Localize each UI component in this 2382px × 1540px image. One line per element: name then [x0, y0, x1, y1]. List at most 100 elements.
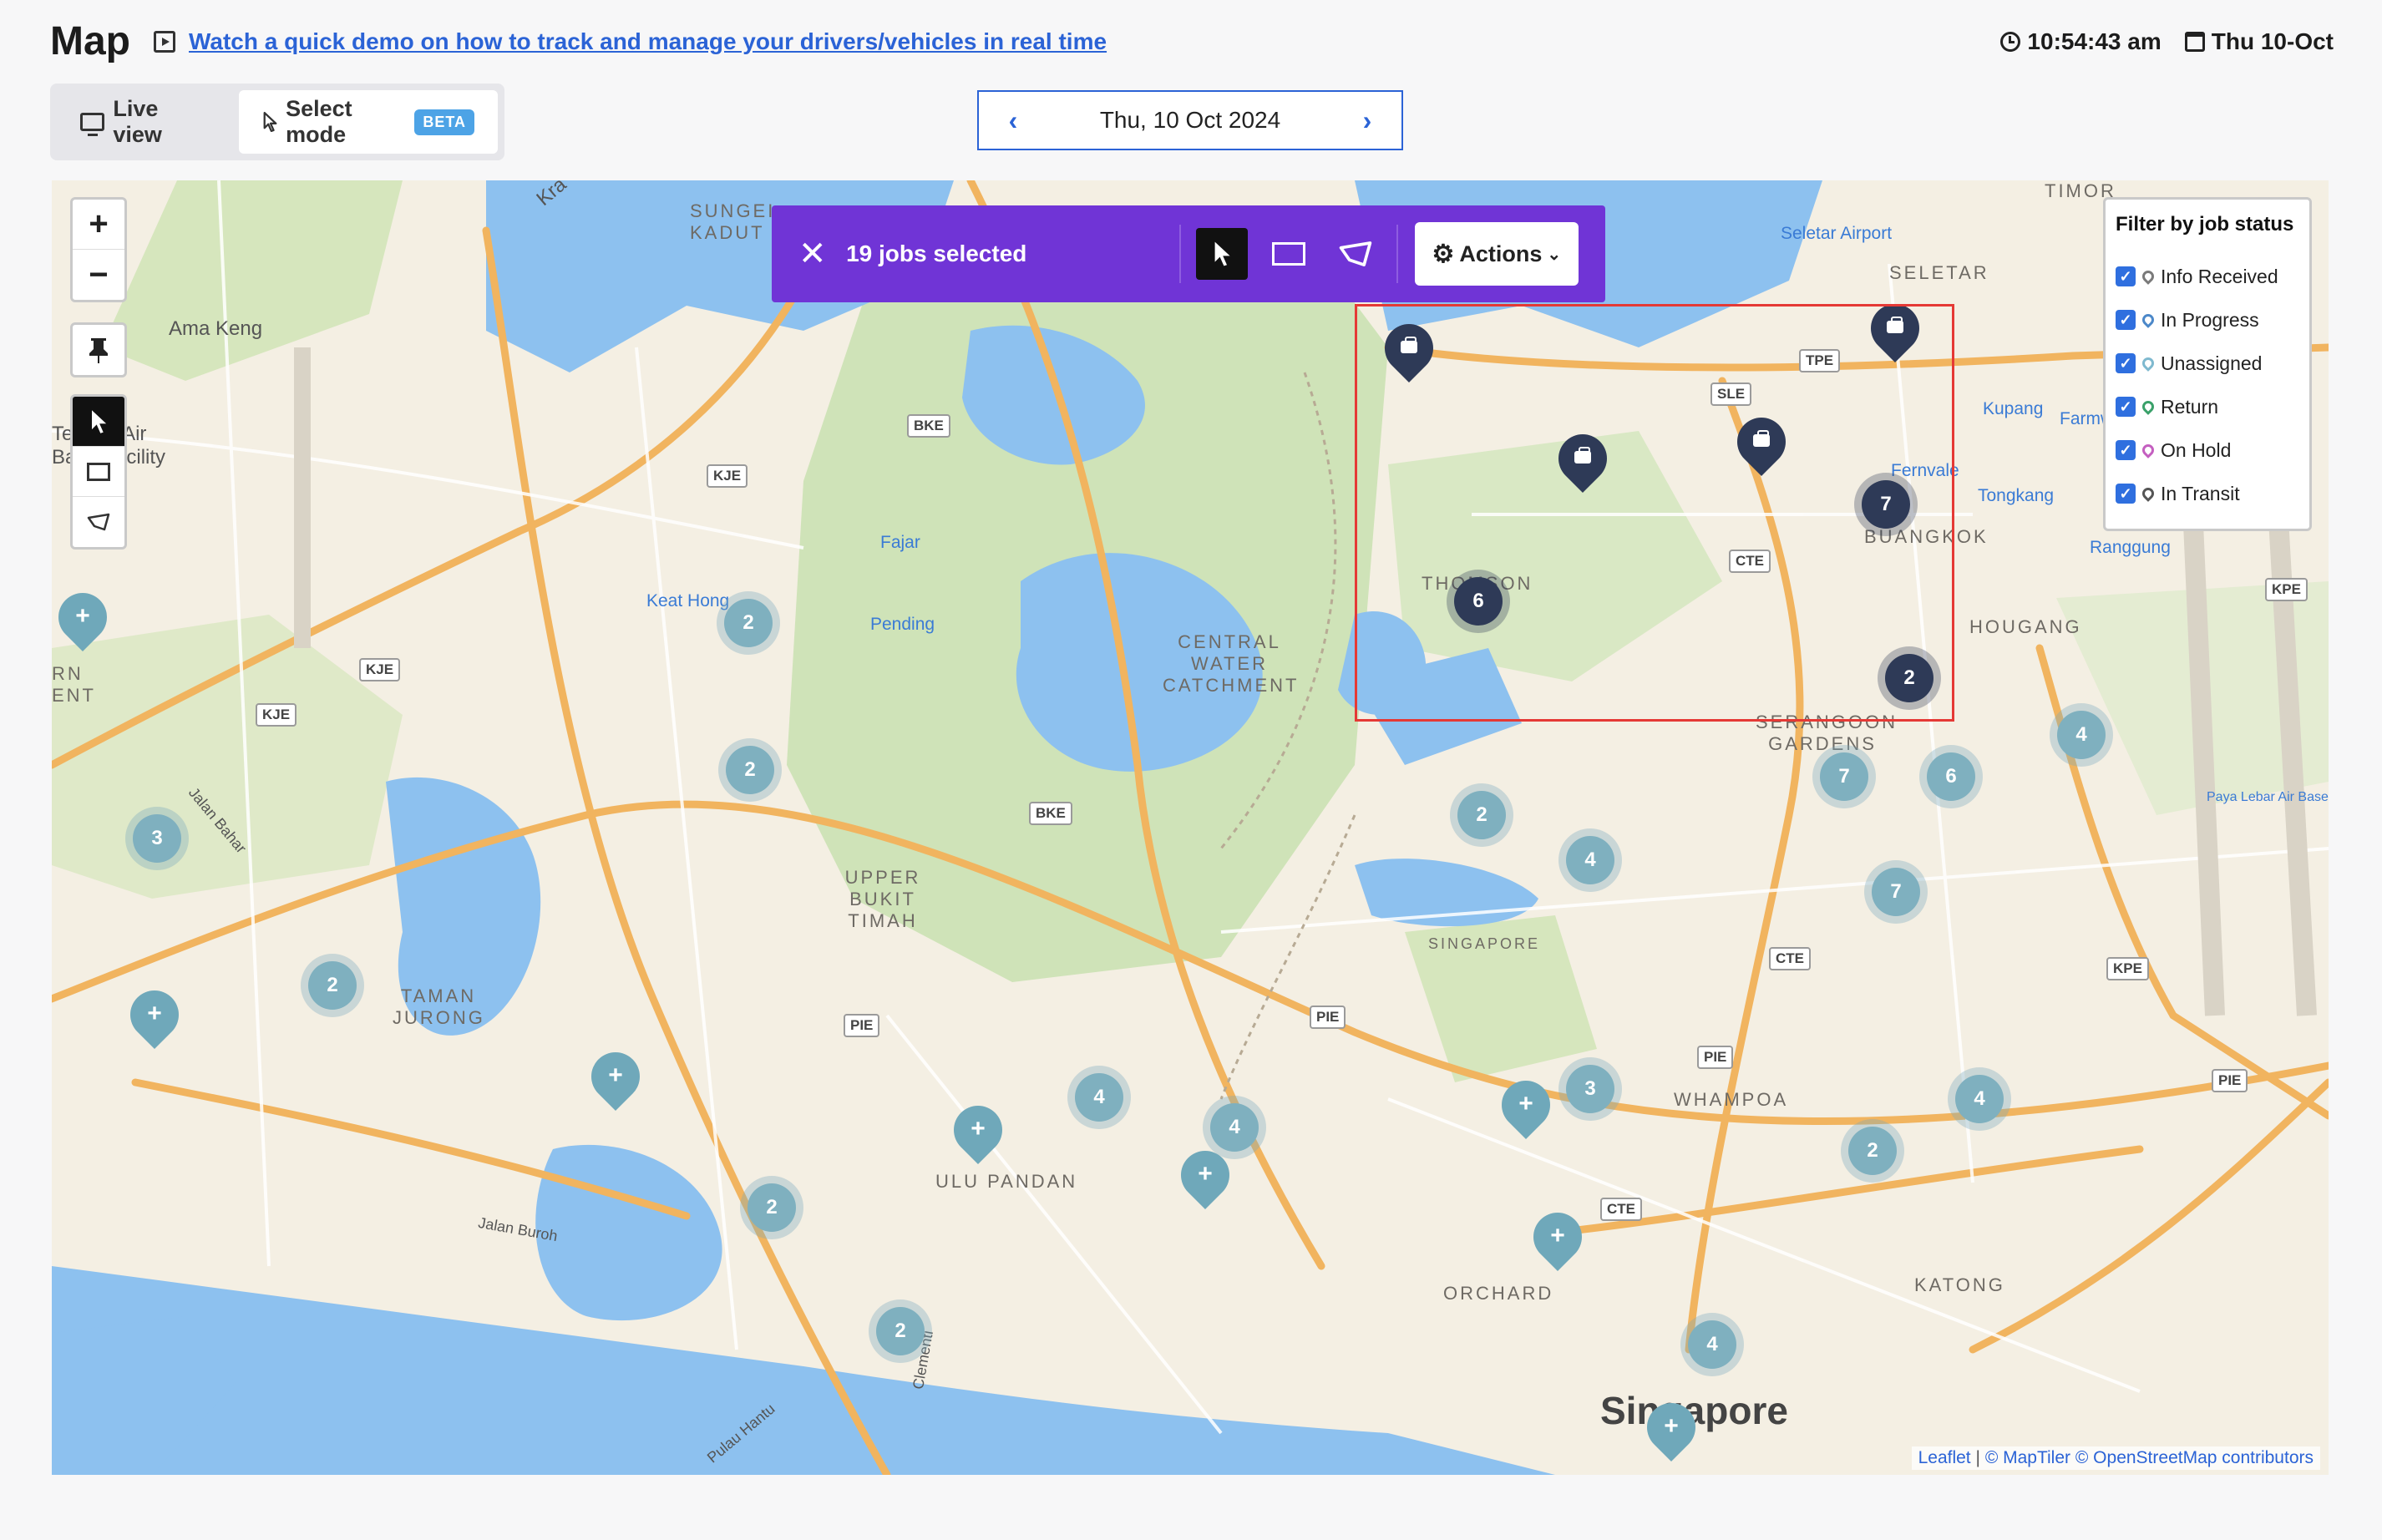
job-cluster[interactable]: 7: [1864, 860, 1928, 924]
select-tool-button[interactable]: [73, 397, 124, 447]
select-tool-button[interactable]: [1195, 228, 1248, 280]
job-cluster[interactable]: 2: [718, 738, 782, 802]
zoom-out-button[interactable]: −: [73, 250, 124, 300]
maptiler-link[interactable]: © MapTiler: [1985, 1448, 2070, 1467]
job-cluster[interactable]: 3: [1558, 1057, 1622, 1121]
job-cluster[interactable]: 2: [869, 1299, 932, 1363]
rectangle-icon: [87, 462, 110, 481]
job-pin[interactable]: +: [1636, 1392, 1706, 1465]
checkbox[interactable]: ✓: [2116, 266, 2136, 286]
road-shield: CTE: [1769, 947, 1811, 970]
cluster-count: 2: [308, 961, 357, 1010]
map-label: SELETAR: [1889, 262, 1989, 283]
map-label: Keat Hong: [646, 591, 730, 610]
close-selection-button[interactable]: ✕: [798, 235, 829, 273]
checkbox[interactable]: ✓: [2116, 310, 2136, 330]
filter-label: Info Received: [2161, 265, 2278, 287]
map-label: WHAMPOA: [1674, 1089, 1789, 1110]
date-navigator: ‹ Thu, 10 Oct 2024 ›: [977, 90, 1403, 150]
pin-button[interactable]: [73, 325, 124, 375]
plus-icon: +: [1198, 1160, 1213, 1188]
rectangle-icon: [1271, 242, 1305, 266]
demo-link[interactable]: Watch a quick demo on how to track and m…: [154, 28, 1107, 55]
lasso-tool-button[interactable]: [73, 497, 124, 547]
job-cluster[interactable]: 6: [1919, 745, 1983, 808]
job-cluster[interactable]: 2: [1841, 1119, 1904, 1183]
checkbox[interactable]: ✓: [2116, 440, 2136, 460]
job-cluster[interactable]: 4: [1067, 1066, 1131, 1129]
road-shield: KJE: [256, 703, 297, 727]
job-cluster[interactable]: 2: [740, 1176, 803, 1239]
selection-rectangle: [1355, 304, 1954, 722]
filter-item-in-transit[interactable]: ✓ In Transit: [2116, 472, 2299, 515]
osm-link[interactable]: © OpenStreetMap contributors: [2075, 1448, 2314, 1467]
map-label: UPPER BUKIT TIMAH: [844, 867, 921, 931]
cluster-count: 2: [724, 599, 773, 647]
filter-label: Return: [2161, 395, 2219, 418]
job-pin[interactable]: +: [1523, 1202, 1593, 1274]
checkbox[interactable]: ✓: [2116, 397, 2136, 417]
job-cluster[interactable]: 2: [1450, 783, 1513, 847]
demo-link-text[interactable]: Watch a quick demo on how to track and m…: [189, 28, 1107, 55]
map-label: SINGAPORE: [1428, 935, 1541, 952]
job-pin[interactable]: +: [52, 582, 118, 655]
rectangle-tool-button[interactable]: [1263, 228, 1315, 280]
job-pin[interactable]: +: [1170, 1140, 1240, 1213]
actions-label: Actions: [1459, 241, 1543, 266]
beta-badge: BETA: [414, 109, 474, 135]
cluster-count: 4: [2057, 711, 2106, 759]
actions-dropdown[interactable]: ⚙ Actions ⌄: [1414, 222, 1579, 286]
map-label: Seletar Airport: [1781, 224, 1893, 243]
zoom-in-button[interactable]: +: [73, 200, 124, 250]
job-cluster[interactable]: 7: [1812, 745, 1876, 808]
map-label: HOUGANG: [1969, 616, 2082, 637]
map-label: SUNGEI KADUT: [690, 200, 776, 243]
filter-item-return[interactable]: ✓ Return: [2116, 385, 2299, 428]
checkbox[interactable]: ✓: [2116, 484, 2136, 504]
play-icon: [154, 31, 175, 53]
job-pin[interactable]: +: [119, 980, 190, 1052]
rectangle-tool-button[interactable]: [73, 447, 124, 497]
cluster-count: 3: [1566, 1065, 1614, 1113]
current-date: Thu 10-Oct: [2211, 28, 2334, 54]
job-cluster[interactable]: 4: [1680, 1313, 1744, 1376]
attribution-separator: |: [1975, 1448, 1980, 1467]
next-date-button[interactable]: ›: [1355, 105, 1380, 136]
road-shield: PIE: [844, 1014, 880, 1037]
job-cluster[interactable]: 4: [1203, 1096, 1266, 1159]
filter-item-in-progress[interactable]: ✓ In Progress: [2116, 298, 2299, 342]
select-mode-button[interactable]: Select mode BETA: [239, 90, 498, 154]
plus-icon: +: [1518, 1090, 1533, 1117]
map-label: Tongkang: [1978, 486, 2055, 505]
calendar-icon: [2184, 32, 2205, 52]
job-cluster[interactable]: 2: [717, 591, 780, 655]
job-pin[interactable]: +: [580, 1041, 651, 1114]
pin-control: [70, 322, 127, 377]
clock-bar: 10:54:43 am Thu 10-Oct: [2000, 28, 2334, 55]
job-cluster[interactable]: 3: [125, 807, 189, 870]
date-display: Thu 10-Oct: [2184, 28, 2334, 55]
job-cluster[interactable]: 2: [301, 954, 364, 1017]
checkbox[interactable]: ✓: [2116, 353, 2136, 373]
leaflet-link[interactable]: Leaflet: [1918, 1448, 1971, 1467]
road-shield: PIE: [1310, 1006, 1346, 1029]
filter-item-info-received[interactable]: ✓ Info Received: [2116, 255, 2299, 298]
gear-icon: ⚙: [1432, 240, 1455, 268]
road-shield: PIE: [2212, 1069, 2248, 1092]
filter-item-unassigned[interactable]: ✓ Unassigned: [2116, 342, 2299, 385]
road-shield: KPE: [2265, 578, 2308, 601]
filter-item-on-hold[interactable]: ✓ On Hold: [2116, 428, 2299, 472]
lasso-tool-button[interactable]: [1330, 228, 1381, 280]
job-pin[interactable]: +: [943, 1095, 1013, 1168]
cluster-count: 6: [1927, 752, 1975, 801]
job-cluster[interactable]: 4: [1558, 828, 1622, 892]
map-canvas[interactable]: Ama Keng SUNGEI KADUT Seletar Airport SE…: [52, 180, 2329, 1475]
job-cluster[interactable]: 4: [2050, 703, 2113, 767]
job-pin[interactable]: +: [1491, 1070, 1561, 1142]
prev-date-button[interactable]: ‹: [1001, 105, 1026, 136]
job-cluster[interactable]: 4: [1948, 1067, 2011, 1131]
live-view-button[interactable]: Live view: [57, 90, 234, 154]
map-label: Fajar: [880, 533, 920, 552]
plus-icon: +: [971, 1115, 986, 1142]
road-shield: KJE: [707, 464, 748, 488]
